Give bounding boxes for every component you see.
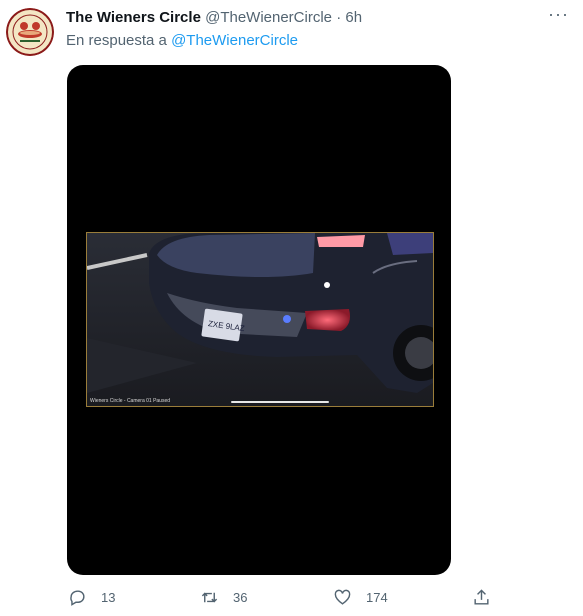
more-icon[interactable]: ··· — [548, 4, 569, 25]
security-camera-image: ZXE 9LAZ — [87, 233, 433, 406]
reply-handle-link[interactable]: @TheWienerCircle — [171, 32, 298, 49]
reply-button[interactable]: 13 — [68, 588, 115, 607]
author-handle[interactable]: @TheWienerCircle — [205, 9, 332, 26]
separator-dot: · — [336, 9, 342, 26]
video-frame: ZXE 9LAZ Wieners Circle - Camera 01 Paus… — [86, 232, 434, 407]
tweet-actions: 13 36 174 — [0, 588, 583, 612]
retweet-count: 36 — [233, 590, 248, 605]
reply-icon — [70, 590, 85, 606]
tweet-header: The Wieners Circle @TheWienerCircle · 6h — [66, 9, 362, 26]
reply-context: En respuesta a @TheWienerCircle — [66, 32, 298, 49]
tweet-time[interactable]: 6h — [345, 9, 362, 26]
retweet-button[interactable]: 36 — [200, 588, 247, 607]
reply-prefix: En respuesta a — [66, 32, 167, 49]
retweet-icon — [201, 592, 218, 603]
author-name[interactable]: The Wieners Circle — [66, 9, 201, 26]
share-icon — [474, 589, 489, 605]
avatar-logo — [6, 8, 54, 56]
share-button[interactable] — [472, 588, 505, 607]
tweet-video[interactable]: ZXE 9LAZ Wieners Circle - Camera 01 Paus… — [67, 65, 451, 575]
reply-count: 13 — [101, 590, 116, 605]
like-button[interactable]: 174 — [333, 588, 388, 607]
camera-overlay-text: Wieners Circle - Camera 01 Paused — [90, 398, 171, 404]
avatar[interactable] — [6, 8, 54, 56]
like-icon — [334, 589, 351, 605]
video-progress-bar[interactable] — [231, 401, 329, 403]
like-count: 174 — [366, 590, 388, 605]
